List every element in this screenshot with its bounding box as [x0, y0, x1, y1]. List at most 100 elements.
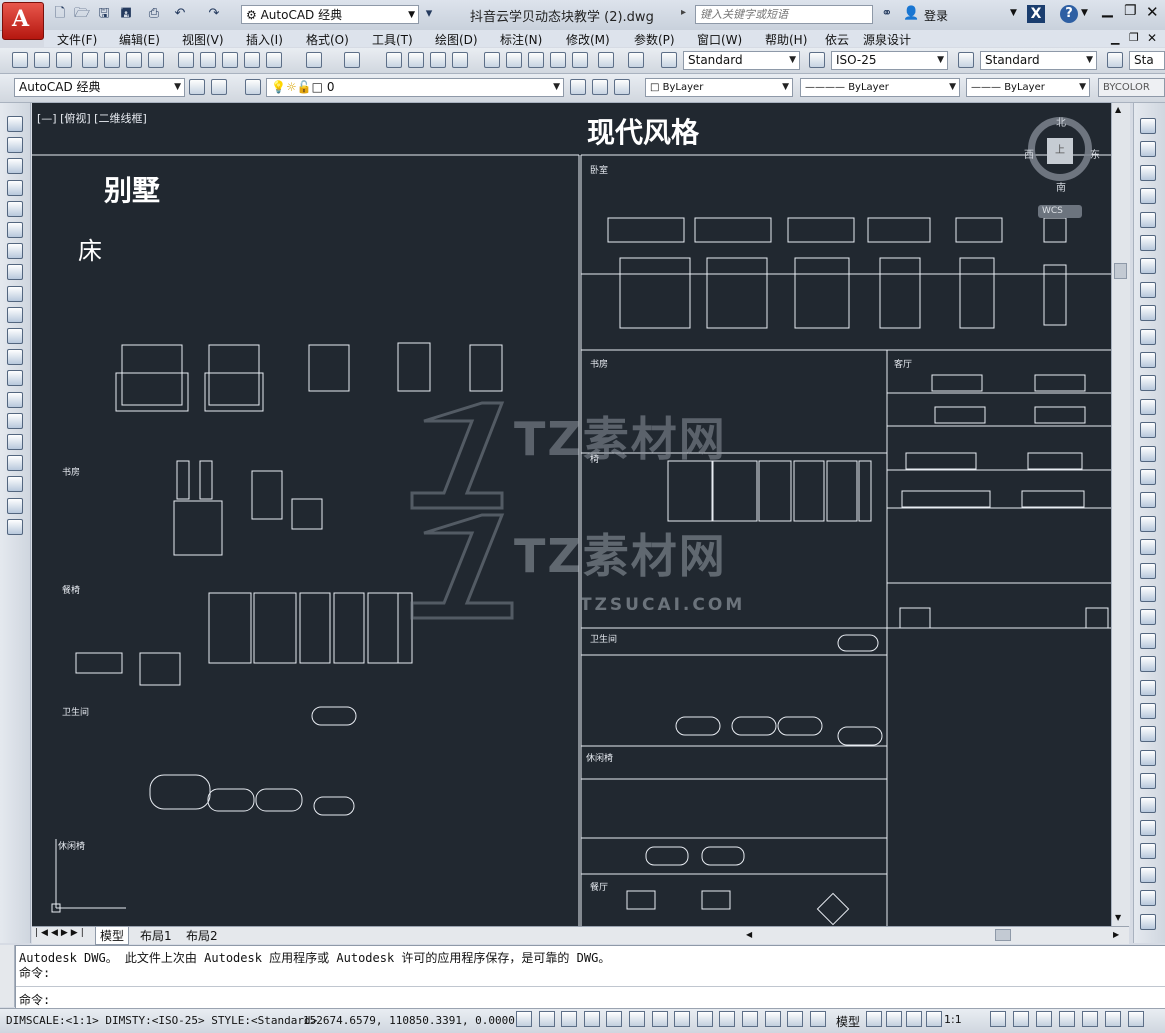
tpy-toggle-icon[interactable] — [742, 1011, 758, 1027]
lineweight-dropdown[interactable]: ——— ByLayer ▼ — [966, 78, 1090, 97]
workspace-toolbar-dropdown[interactable]: AutoCAD 经典 ▼ — [14, 78, 185, 97]
coordinates-readout[interactable]: 152674.6579, 110850.3391, 0.0000 — [303, 1014, 515, 1027]
osnap-toggle-icon[interactable] — [606, 1011, 623, 1027]
dim-diameter-icon[interactable] — [1140, 656, 1156, 673]
menu-modify[interactable]: 修改(M) — [566, 31, 610, 48]
tolerance-icon[interactable] — [1140, 796, 1156, 813]
otrack-toggle-icon[interactable] — [651, 1011, 668, 1027]
layer-dropdown[interactable]: 💡☼🔓□ 0 ▼ — [266, 78, 564, 97]
clean-screen-icon[interactable] — [1128, 1011, 1144, 1027]
tab-model[interactable]: 模型 — [95, 927, 130, 945]
redo-icon[interactable] — [344, 52, 360, 68]
zoom-window-icon[interactable] — [430, 52, 446, 68]
preview-icon[interactable] — [104, 52, 120, 68]
login-dropdown-icon[interactable]: ▼ — [1010, 8, 1017, 18]
paste-icon[interactable] — [222, 52, 238, 68]
pan-status-icon[interactable] — [906, 1011, 922, 1027]
dim-style-dropdown[interactable]: ISO-25 ▼ — [831, 51, 948, 70]
undo-icon[interactable] — [306, 52, 322, 68]
join-icon[interactable] — [1140, 422, 1156, 439]
dim-style-icon[interactable] — [809, 52, 825, 68]
snap-toggle-icon[interactable] — [516, 1011, 532, 1027]
help-icon[interactable]: ? — [1060, 5, 1078, 23]
markup-icon[interactable] — [572, 52, 588, 68]
chamfer-icon[interactable] — [1140, 445, 1156, 462]
doc-close-button[interactable]: ✕ — [1147, 31, 1157, 45]
dyn-toggle-icon[interactable] — [696, 1011, 713, 1027]
quick-dim-icon[interactable] — [1140, 703, 1156, 719]
multiline-text-icon[interactable] — [7, 497, 23, 514]
move-icon[interactable] — [1140, 235, 1156, 251]
doc-restore-button[interactable]: ❐ — [1129, 31, 1139, 44]
sc-toggle-icon[interactable] — [787, 1011, 804, 1027]
workspace-clean-icon[interactable] — [211, 79, 227, 95]
fillet-icon[interactable] — [1140, 469, 1156, 485]
design-center-icon[interactable] — [506, 52, 522, 68]
center-mark-icon[interactable] — [1140, 820, 1156, 836]
menu-view[interactable]: 视图(V) — [182, 31, 224, 48]
mirror-icon[interactable] — [1140, 164, 1156, 181]
wcs-menu[interactable]: WCS — [1038, 205, 1082, 218]
binoculars-icon[interactable]: ⚭ — [879, 6, 895, 22]
break-icon[interactable] — [1140, 398, 1156, 415]
workspace-switch-icon[interactable] — [1036, 1011, 1052, 1027]
dim-update-icon[interactable] — [1140, 890, 1156, 907]
polyline-icon[interactable] — [7, 158, 23, 175]
baseline-icon[interactable] — [1140, 726, 1156, 743]
command-window[interactable]: Autodesk DWG。 此文件上次由 Autodesk 应用程序或 Auto… — [15, 945, 1165, 1009]
zoom-previous-icon[interactable] — [452, 52, 468, 68]
array-icon[interactable] — [1140, 211, 1156, 228]
restore-button[interactable]: ❐ — [1124, 3, 1137, 19]
dim-angular-icon[interactable] — [1140, 679, 1156, 696]
help-icon[interactable] — [628, 52, 644, 68]
dim-ordinate-icon[interactable] — [1140, 586, 1156, 602]
continue-icon[interactable] — [1140, 749, 1156, 766]
minimize-button[interactable]: ▁ — [1102, 2, 1113, 18]
text-style-icon[interactable] — [661, 52, 677, 68]
help-dropdown-icon[interactable]: ▼ — [1081, 8, 1088, 18]
dim-edit-icon[interactable] — [1140, 843, 1156, 860]
dim-text-edit-icon[interactable] — [1140, 866, 1156, 883]
add-selected-icon[interactable] — [7, 518, 23, 535]
tool-palettes-icon[interactable] — [528, 52, 544, 68]
point-icon[interactable] — [7, 391, 23, 408]
viewcube-face[interactable]: 上 — [1047, 138, 1073, 164]
menu-draw[interactable]: 绘图(D) — [435, 31, 478, 48]
save-as-icon[interactable]: 🖪 — [118, 6, 134, 22]
workspace-dropdown[interactable]: ⚙ AutoCAD 经典 ▼ — [241, 5, 419, 24]
layer-state-icon[interactable] — [614, 79, 630, 95]
make-block-icon[interactable] — [7, 370, 23, 387]
sheet-set-icon[interactable] — [550, 52, 566, 68]
ellipse-arc-icon[interactable] — [7, 328, 23, 344]
ducs-toggle-icon[interactable] — [674, 1011, 691, 1027]
line-icon[interactable] — [7, 116, 23, 132]
redo-icon[interactable]: ↷ — [206, 6, 222, 22]
menu-tools[interactable]: 工具(T) — [372, 31, 413, 48]
search-input[interactable]: 键入关键字或短语 — [695, 5, 873, 24]
3dprint-icon[interactable] — [148, 52, 164, 68]
block-editor-icon[interactable] — [266, 52, 282, 68]
save-icon[interactable]: 🖫 — [96, 6, 112, 22]
revision-cloud-icon[interactable] — [7, 264, 23, 281]
insert-block-icon[interactable] — [7, 349, 23, 366]
construction-line-icon[interactable] — [7, 137, 23, 154]
qp-toggle-icon[interactable] — [764, 1011, 781, 1027]
match-prop-icon[interactable] — [244, 52, 260, 68]
quickcalc-icon[interactable] — [598, 52, 614, 68]
am-toggle-icon[interactable] — [809, 1011, 826, 1027]
vertical-scroll-thumb[interactable] — [1114, 263, 1127, 279]
scroll-up-icon[interactable]: ▲ — [1115, 105, 1121, 114]
exchange-icon[interactable]: X — [1027, 5, 1045, 23]
hatch-icon[interactable] — [7, 412, 23, 429]
tab-navigation-icons[interactable]: |◀◀▶▶| — [35, 928, 87, 938]
circle-icon[interactable] — [7, 243, 23, 260]
application-menu-button[interactable]: A — [2, 2, 44, 40]
open-file-icon[interactable]: 🗁 — [74, 6, 90, 22]
break-at-point-icon[interactable] — [1140, 375, 1156, 392]
ellipse-icon[interactable] — [7, 306, 23, 323]
quick-view-drawings-icon[interactable] — [886, 1011, 902, 1027]
workspace-settings-icon[interactable] — [189, 79, 205, 95]
cut-icon[interactable] — [178, 52, 194, 68]
new-file-icon[interactable]: 🗋 — [52, 6, 68, 22]
dim-radius-icon[interactable] — [1140, 609, 1156, 626]
